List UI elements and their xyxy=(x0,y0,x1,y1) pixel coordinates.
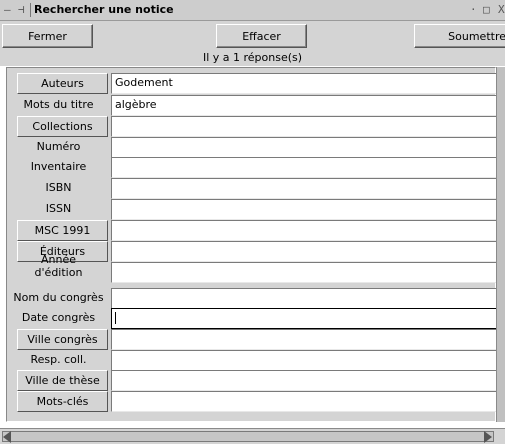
field-input-isbn[interactable] xyxy=(111,178,502,199)
field-label-numero: Numéro xyxy=(36,140,81,153)
field-input-mots-du-titre[interactable]: algèbre xyxy=(111,95,502,116)
title-separator xyxy=(30,3,31,17)
field-label-mots-du-titre: Mots du titre xyxy=(23,98,94,111)
clear-button[interactable]: Effacer xyxy=(216,24,307,48)
field-label-isbn: ISBN xyxy=(45,181,72,194)
field-input-annee-d-edition[interactable] xyxy=(111,262,502,283)
vertical-scrollbar[interactable] xyxy=(496,67,505,422)
close-icon[interactable]: X xyxy=(498,3,505,16)
scroll-trough[interactable] xyxy=(2,431,494,442)
field-input-collections[interactable] xyxy=(111,116,502,137)
close-button[interactable]: Fermer xyxy=(2,24,93,48)
field-button-msc-1991[interactable]: MSC 1991 xyxy=(17,220,108,241)
window-menu-icon[interactable]: — xyxy=(4,3,11,16)
scroll-left-icon[interactable] xyxy=(3,431,11,443)
field-input-auteurs[interactable]: Godement xyxy=(111,73,502,94)
window-title: Rechercher une notice xyxy=(34,3,174,16)
text-caret xyxy=(115,312,116,324)
horizontal-scrollbar[interactable] xyxy=(0,428,505,444)
field-input-issn[interactable] xyxy=(111,199,502,220)
submit-button[interactable]: Soumettre xyxy=(414,24,505,48)
field-input-msc-1991[interactable] xyxy=(111,220,502,241)
field-input-editeurs[interactable] xyxy=(111,241,502,262)
search-form: Auteurs Godement Mots du titre algèbre Colle… xyxy=(6,67,502,422)
title-bar[interactable]: — ⊣ Rechercher une notice · □ X xyxy=(0,0,505,21)
field-button-auteurs[interactable]: Auteurs xyxy=(17,73,108,94)
scroll-right-icon[interactable] xyxy=(484,431,492,443)
field-label-resp-coll: Resp. coll. xyxy=(30,353,87,366)
field-label-issn: ISSN xyxy=(45,202,72,215)
field-input-nom-du-congres[interactable] xyxy=(111,288,502,309)
field-button-collections[interactable]: Collections xyxy=(17,116,108,137)
field-input-mots-cles[interactable] xyxy=(111,391,502,412)
field-button-mots-cles[interactable]: Mots-clés xyxy=(17,391,108,412)
field-button-ville-de-these[interactable]: Ville de thèse xyxy=(17,370,108,391)
toolbar: Fermer Effacer Soumettre xyxy=(0,21,505,49)
field-label-inventaire: Inventaire xyxy=(30,160,87,173)
field-input-ville-de-these[interactable] xyxy=(111,370,502,391)
field-label-date-congres: Date congrès xyxy=(21,311,96,324)
pin-icon[interactable]: ⊣ xyxy=(18,3,25,16)
field-input-ville-congres[interactable] xyxy=(111,329,502,350)
field-label-annee-d-edition: Année d'édition xyxy=(34,253,83,279)
field-input-inventaire[interactable] xyxy=(111,157,502,178)
field-input-resp-coll[interactable] xyxy=(111,350,502,371)
field-button-ville-congres[interactable]: Ville congrès xyxy=(17,329,108,350)
field-label-nom-du-congres: Nom du congrès xyxy=(13,291,104,304)
maximize-icon[interactable]: □ xyxy=(483,3,490,16)
field-input-numero[interactable] xyxy=(111,137,502,158)
minimize-icon[interactable]: · xyxy=(470,3,477,16)
field-input-date-congres[interactable] xyxy=(111,308,502,329)
result-count: Il y a 1 réponse(s) xyxy=(0,49,505,66)
